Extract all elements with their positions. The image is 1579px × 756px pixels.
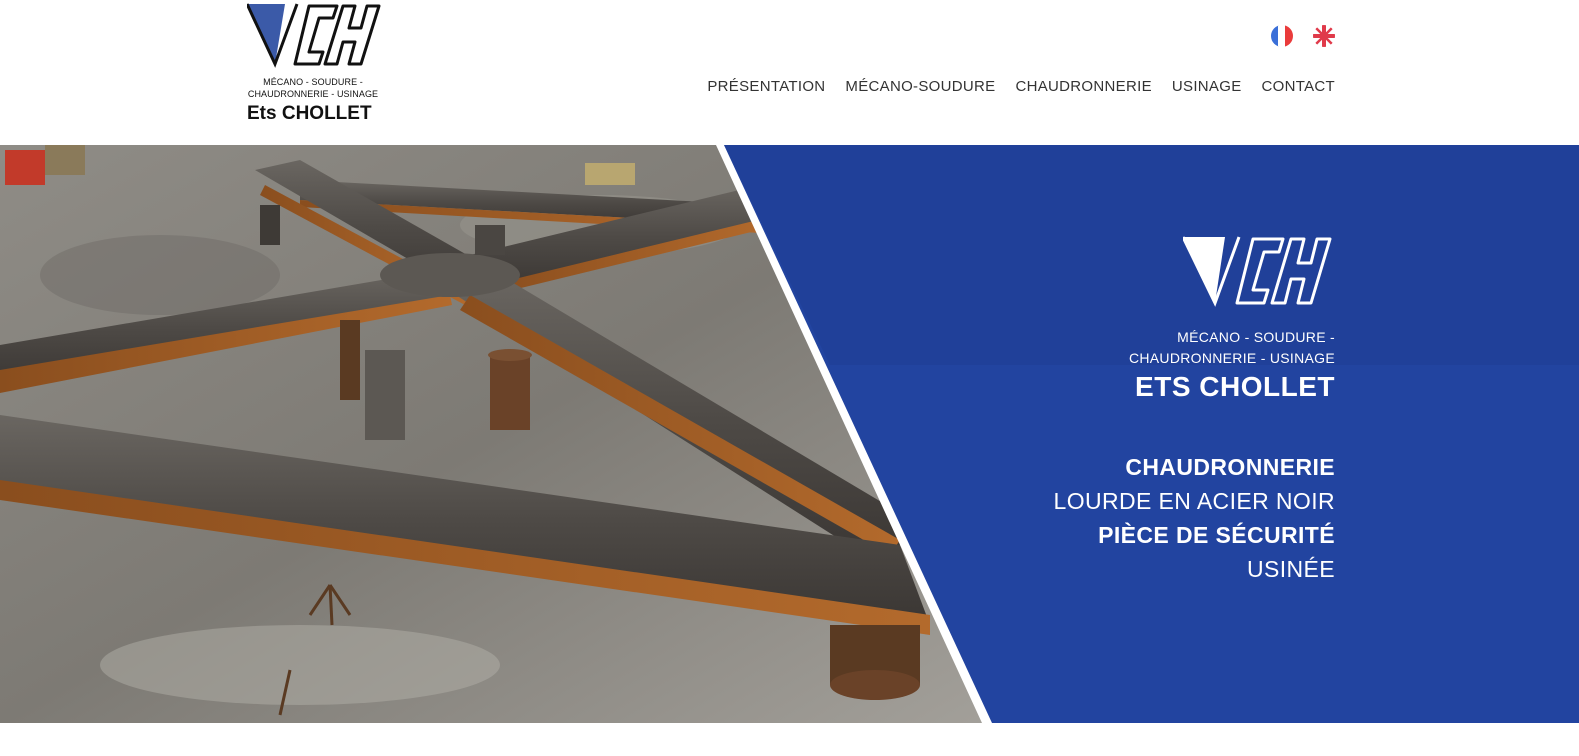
- hero-tagline: MÉCANO - SOUDURE - CHAUDRONNERIE - USINA…: [1129, 327, 1335, 369]
- hero-blue-panel: [716, 145, 1579, 723]
- hero-headline: CHAUDRONNERIE LOURDE EN ACIER NOIR PIÈCE…: [1054, 450, 1336, 586]
- main-nav: PRÉSENTATION MÉCANO-SOUDURE CHAUDRONNERI…: [707, 78, 1335, 95]
- hero-logo: [1181, 235, 1335, 318]
- logo-tagline: MÉCANO - SOUDURE - CHAUDRONNERIE - USINA…: [247, 76, 379, 100]
- logo-company-name: Ets CHOLLET: [247, 103, 372, 124]
- hero-line-3: PIÈCE DE SÉCURITÉ: [1098, 522, 1335, 548]
- nav-contact[interactable]: CONTACT: [1262, 78, 1335, 95]
- ch-logo-white-icon: [1181, 236, 1332, 307]
- hero-tagline-line1: MÉCANO - SOUDURE -: [1177, 329, 1335, 345]
- site-header: MÉCANO - SOUDURE - CHAUDRONNERIE - USINA…: [0, 0, 1579, 145]
- language-switcher: [1271, 25, 1335, 47]
- nav-presentation[interactable]: PRÉSENTATION: [707, 78, 825, 95]
- nav-chaudronnerie[interactable]: CHAUDRONNERIE: [1015, 78, 1151, 95]
- company-logo[interactable]: MÉCANO - SOUDURE - CHAUDRONNERIE - USINA…: [247, 2, 382, 132]
- hero-company-name: ETS CHOLLET: [1135, 371, 1335, 402]
- nav-mecano-soudure[interactable]: MÉCANO-SOUDURE: [845, 78, 995, 95]
- logo-tagline-line1: MÉCANO - SOUDURE -: [263, 77, 363, 87]
- nav-usinage[interactable]: USINAGE: [1172, 78, 1242, 95]
- logo-tagline-line2: CHAUDRONNERIE - USINAGE: [247, 89, 379, 99]
- hero-line-1: CHAUDRONNERIE: [1125, 454, 1335, 480]
- hero-banner: MÉCANO - SOUDURE - CHAUDRONNERIE - USINA…: [0, 145, 1579, 723]
- hero-tagline-line2: CHAUDRONNERIE - USINAGE: [1128, 350, 1335, 366]
- hero-line-2: LOURDE EN ACIER NOIR: [1053, 488, 1335, 514]
- french-flag-icon[interactable]: [1271, 25, 1293, 47]
- ch-logo-icon: [247, 3, 381, 68]
- hero-line-4: USINÉE: [1246, 556, 1335, 582]
- uk-flag-icon[interactable]: [1313, 25, 1335, 47]
